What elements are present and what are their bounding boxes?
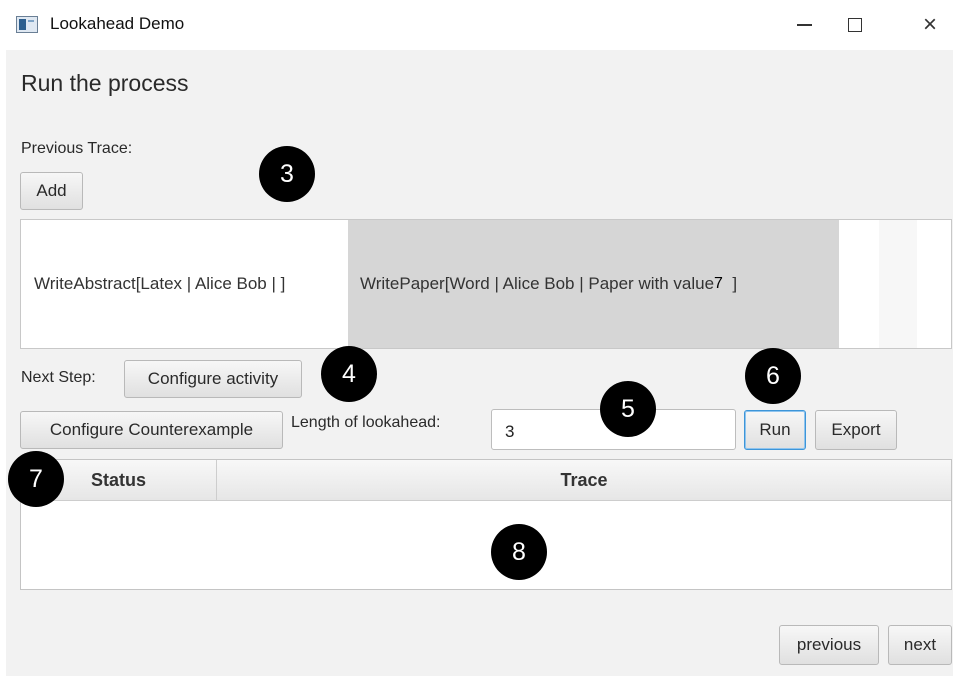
- trace-item[interactable]: WriteAbstract[Latex | Alice Bob | ]: [21, 220, 348, 348]
- annotation-marker: 5: [600, 381, 656, 437]
- trace-item-label: WritePaper[Word | Alice Bob | Paper with…: [360, 274, 715, 293]
- app-icon: [16, 16, 38, 33]
- previous-trace-list[interactable]: WriteAbstract[Latex | Alice Bob | ] Writ…: [20, 219, 952, 349]
- next-step-label: Next Step:: [21, 369, 96, 386]
- trace-item-selected[interactable]: WritePaper[Word | Alice Bob | Paper with…: [348, 220, 839, 348]
- previous-button[interactable]: previous: [779, 625, 879, 665]
- annotation-marker: 7: [8, 451, 64, 507]
- minimize-icon: [796, 24, 812, 26]
- annotation-marker: 8: [491, 524, 547, 580]
- column-header-trace[interactable]: Trace: [217, 460, 951, 500]
- export-button[interactable]: Export: [815, 410, 897, 450]
- page-title: Run the process: [21, 70, 189, 96]
- annotation-marker: 3: [259, 146, 315, 202]
- minimize-button[interactable]: [781, 8, 827, 42]
- annotation-marker: 6: [745, 348, 801, 404]
- trace-item-label: WriteAbstract[Latex | Alice Bob | ]: [34, 274, 286, 293]
- configure-counterexample-button[interactable]: Configure Counterexample: [20, 411, 283, 449]
- table-header: Status Trace: [21, 460, 951, 501]
- close-button[interactable]: ×: [907, 8, 953, 42]
- annotation-marker: 4: [321, 346, 377, 402]
- previous-trace-label: Previous Trace:: [21, 140, 133, 157]
- configure-activity-button[interactable]: Configure activity: [124, 360, 302, 398]
- trace-item-value: 7: [714, 275, 723, 292]
- title-bar: Lookahead Demo ×: [0, 0, 953, 50]
- run-button[interactable]: Run: [744, 410, 806, 450]
- trace-scroll-region: [879, 220, 917, 348]
- results-table[interactable]: Status Trace: [20, 459, 952, 590]
- trace-item-suffix: ]: [722, 274, 738, 293]
- next-button[interactable]: next: [888, 625, 952, 665]
- close-icon: ×: [922, 11, 937, 38]
- add-button[interactable]: Add: [20, 172, 83, 210]
- maximize-icon: [848, 18, 862, 32]
- maximize-button[interactable]: [832, 8, 878, 42]
- lookahead-label: Length of lookahead:: [291, 414, 441, 431]
- window-title: Lookahead Demo: [50, 14, 185, 33]
